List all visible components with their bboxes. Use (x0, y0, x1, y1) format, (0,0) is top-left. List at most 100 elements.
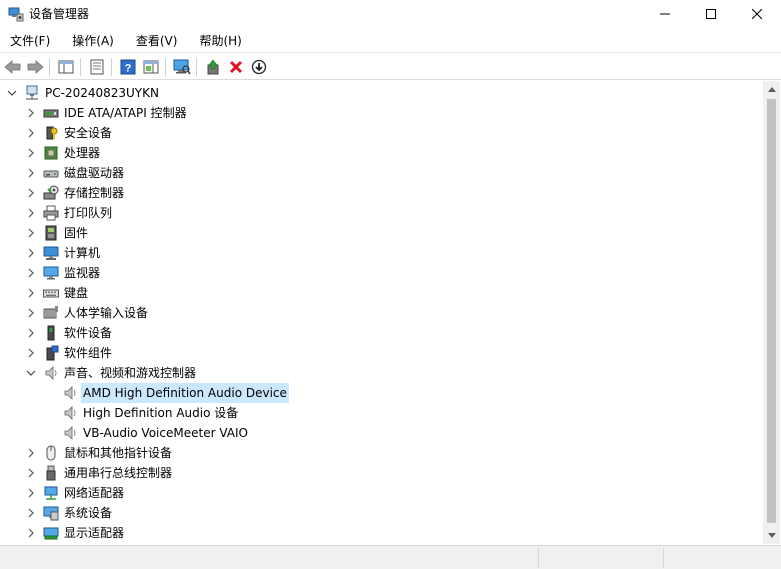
tree-category[interactable]: 安全设备 (0, 123, 763, 143)
tree-item-label: 通用串行总线控制器 (64, 466, 173, 480)
scroll-down-button[interactable] (763, 527, 780, 544)
speaker-icon (62, 425, 78, 441)
action-pane-icon (143, 60, 159, 74)
tree-item-label: 系统设备 (64, 506, 113, 520)
chevron-right-icon[interactable] (25, 527, 37, 539)
maximize-icon (706, 9, 716, 19)
chevron-right-icon[interactable] (25, 307, 37, 319)
chevron-right-icon[interactable] (25, 347, 37, 359)
chevron-right-icon[interactable] (25, 267, 37, 279)
properties-button[interactable] (87, 57, 107, 77)
tree-category[interactable]: 通用串行总线控制器 (0, 463, 763, 483)
scrollbar-thumb[interactable] (767, 99, 776, 523)
tree-category[interactable]: 固件 (0, 223, 763, 243)
chevron-down-icon[interactable] (6, 87, 18, 99)
tree-device-item[interactable]: VB-Audio VoiceMeeter VAIO (0, 423, 763, 443)
chevron-right-icon[interactable] (25, 147, 37, 159)
menu-action[interactable]: 操作(A) (66, 30, 120, 52)
tree-category[interactable]: 打印队列 (0, 203, 763, 223)
toolbar-separator (80, 58, 81, 76)
tree-category[interactable]: IDE ATA/ATAPI 控制器 (0, 103, 763, 123)
software-device-icon (43, 325, 59, 341)
chevron-right-icon[interactable] (25, 207, 37, 219)
tree-category[interactable]: 磁盘驱动器 (0, 163, 763, 183)
tree-category[interactable]: 显示适配器 (0, 523, 763, 543)
firmware-icon (43, 225, 59, 241)
tree-item-label: 鼠标和其他指针设备 (64, 446, 173, 460)
tree-category[interactable]: 鼠标和其他指针设备 (0, 443, 763, 463)
chevron-right-icon[interactable] (25, 487, 37, 499)
close-button[interactable] (734, 0, 780, 28)
toolbar-separator (111, 58, 112, 76)
maximize-button[interactable] (688, 0, 734, 28)
chevron-right-icon[interactable] (25, 447, 37, 459)
speaker-icon (43, 365, 59, 381)
menu-help[interactable]: 帮助(H) (193, 30, 247, 52)
tree-category[interactable]: 软件组件 (0, 343, 763, 363)
menu-view[interactable]: 查看(V) (130, 30, 184, 52)
vertical-scrollbar[interactable] (763, 81, 780, 544)
tree-category[interactable]: 键盘 (0, 283, 763, 303)
tree-category[interactable]: 系统设备 (0, 503, 763, 523)
tree-category[interactable]: 声音、视频和游戏控制器 (0, 363, 763, 383)
update-driver-icon (207, 59, 219, 75)
chevron-right-icon[interactable] (25, 187, 37, 199)
status-separator (663, 548, 664, 568)
chevron-right-icon[interactable] (25, 167, 37, 179)
svg-text:?: ? (125, 63, 132, 75)
tree-category[interactable]: 监视器 (0, 263, 763, 283)
tree-category[interactable]: 网络适配器 (0, 483, 763, 503)
usb-icon (43, 465, 59, 481)
tree-category[interactable]: 人体学输入设备 (0, 303, 763, 323)
console-tree-button[interactable] (56, 57, 76, 77)
help-button[interactable]: ? (118, 57, 138, 77)
chevron-right-icon[interactable] (25, 327, 37, 339)
tree-item-label: 人体学输入设备 (64, 306, 149, 320)
hid-icon (43, 305, 59, 321)
menu-bar: 文件(F) 操作(A) 查看(V) 帮助(H) (0, 30, 781, 52)
back-button[interactable] (3, 57, 23, 77)
mouse-icon (43, 445, 59, 461)
update-driver-button[interactable] (203, 57, 223, 77)
window-title: 设备管理器 (29, 7, 90, 21)
minimize-button[interactable] (642, 0, 688, 28)
tree-item-label: 存储控制器 (64, 186, 125, 200)
tree-category[interactable]: 存储控制器 (0, 183, 763, 203)
toolbar-separator (196, 58, 197, 76)
tree-item-label: 显示适配器 (64, 526, 125, 540)
uninstall-device-button[interactable] (226, 57, 246, 77)
monitor-icon (43, 265, 59, 281)
chevron-right-icon[interactable] (25, 127, 37, 139)
chevron-right-icon[interactable] (25, 287, 37, 299)
chevron-down-icon[interactable] (25, 367, 37, 379)
tree-item-label: VB-Audio VoiceMeeter VAIO (83, 426, 248, 440)
properties-icon (90, 59, 104, 75)
toolbar-separator (49, 58, 50, 76)
device-manager-app-icon (8, 7, 24, 22)
tree-item-label: 磁盘驱动器 (64, 166, 125, 180)
scroll-down-icon (767, 533, 776, 538)
chevron-right-icon[interactable] (25, 507, 37, 519)
menu-file[interactable]: 文件(F) (4, 30, 56, 52)
enable-device-button[interactable] (249, 57, 269, 77)
chevron-right-icon[interactable] (25, 247, 37, 259)
chevron-right-icon[interactable] (25, 467, 37, 479)
tree-category[interactable]: 处理器 (0, 143, 763, 163)
printer-icon (43, 205, 59, 221)
tree-device-item[interactable]: High Definition Audio 设备 (0, 403, 763, 423)
tree-item-label: 固件 (64, 226, 89, 240)
tree-root[interactable]: PC-20240823UYKN (0, 83, 763, 103)
forward-button[interactable] (25, 57, 45, 77)
tree-item-label: 网络适配器 (64, 486, 125, 500)
action-pane-button[interactable] (141, 57, 161, 77)
tree-category[interactable]: 软件设备 (0, 323, 763, 343)
tree-device-item[interactable]: AMD High Definition Audio Device (0, 383, 763, 403)
computer-network-icon (24, 85, 40, 101)
scan-hardware-button[interactable] (172, 57, 192, 77)
chevron-right-icon[interactable] (25, 227, 37, 239)
scroll-up-button[interactable] (763, 81, 780, 98)
enable-device-icon (251, 59, 267, 75)
display-adapter-icon (43, 525, 59, 541)
tree-category[interactable]: 计算机 (0, 243, 763, 263)
chevron-right-icon[interactable] (25, 107, 37, 119)
